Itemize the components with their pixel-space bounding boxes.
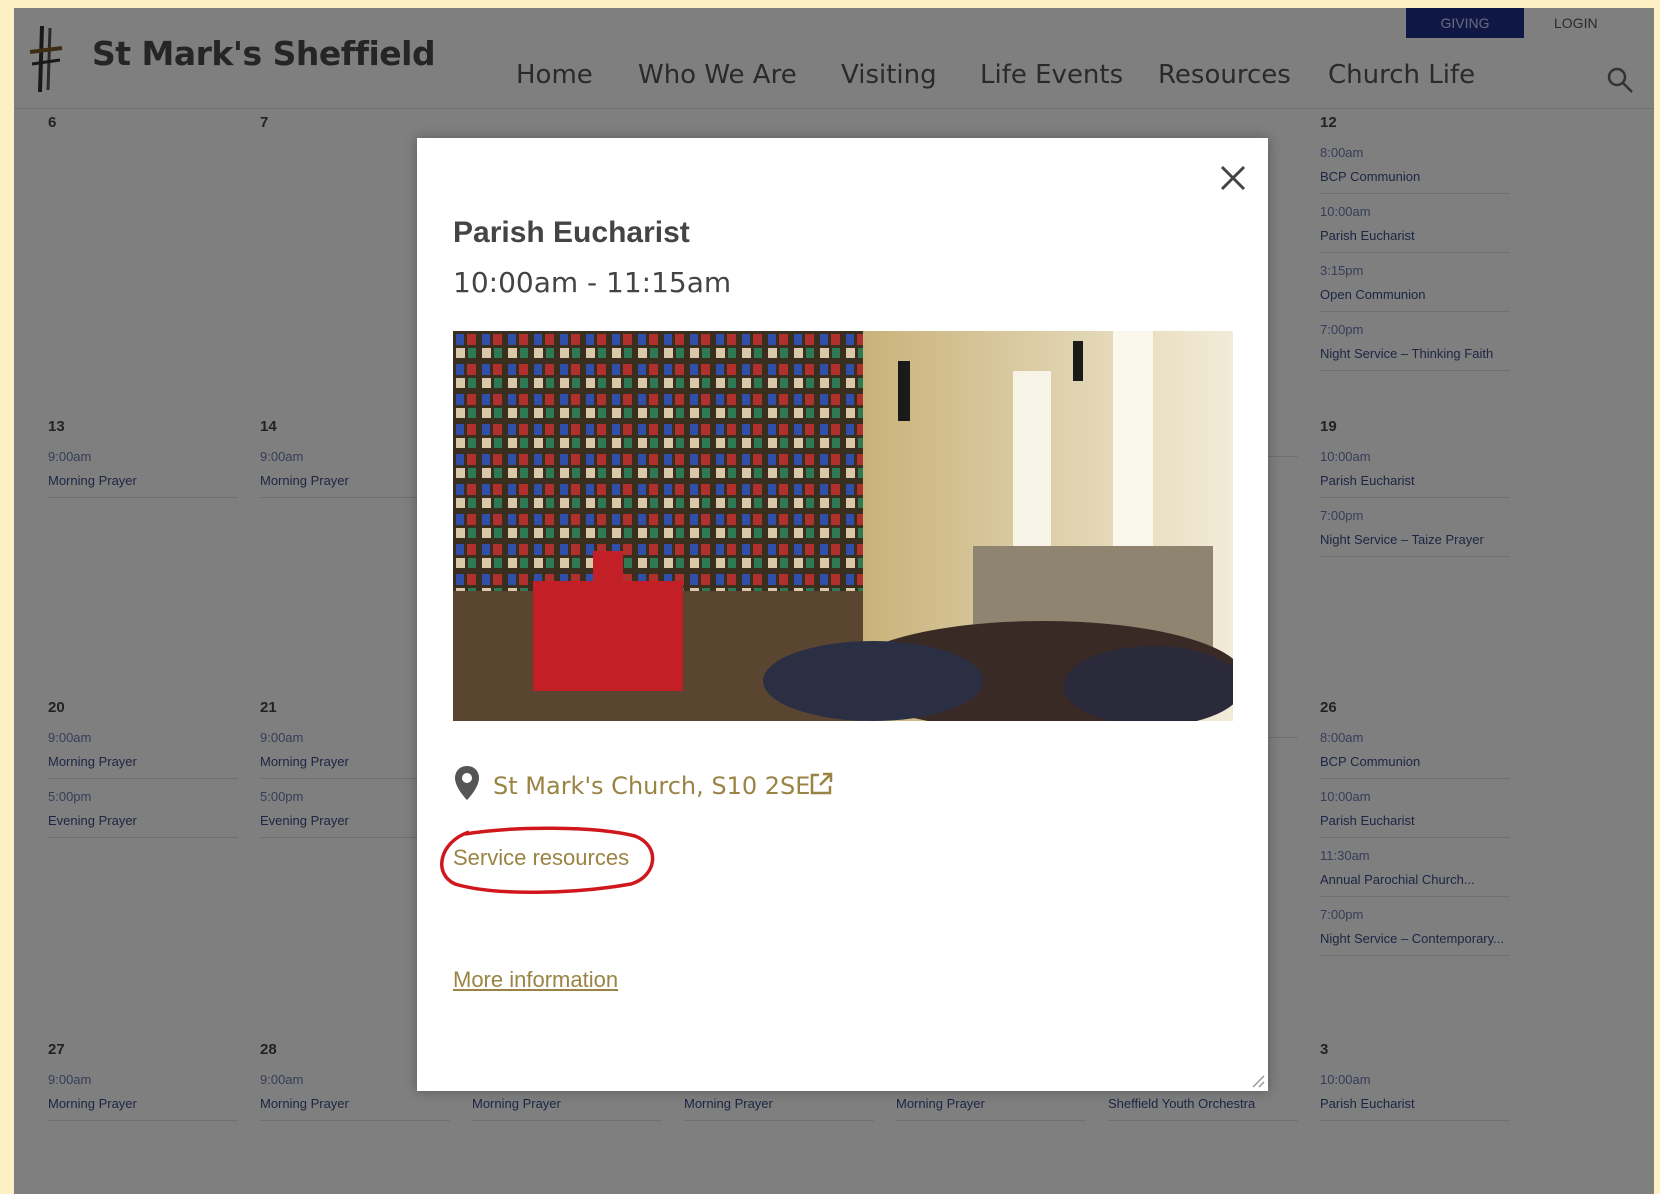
event-photo [453,331,1233,721]
more-information-link[interactable]: More information [453,967,618,993]
browser-viewport: St Mark's Sheffield Home Who We Are Visi… [14,8,1654,1194]
event-time: 10:00am - 11:15am [453,266,732,299]
event-title: Parish Eucharist [453,216,690,249]
external-link-icon[interactable] [807,770,835,798]
location-link[interactable]: St Mark's Church, S10 2SE [493,772,810,800]
service-resources-link[interactable]: Service resources [453,845,629,871]
event-modal: Parish Eucharist 10:00am - 11:15am St Ma… [417,138,1268,1091]
resize-handle-icon[interactable] [1249,1072,1265,1088]
map-pin-icon [455,766,479,800]
close-icon[interactable] [1215,160,1251,196]
